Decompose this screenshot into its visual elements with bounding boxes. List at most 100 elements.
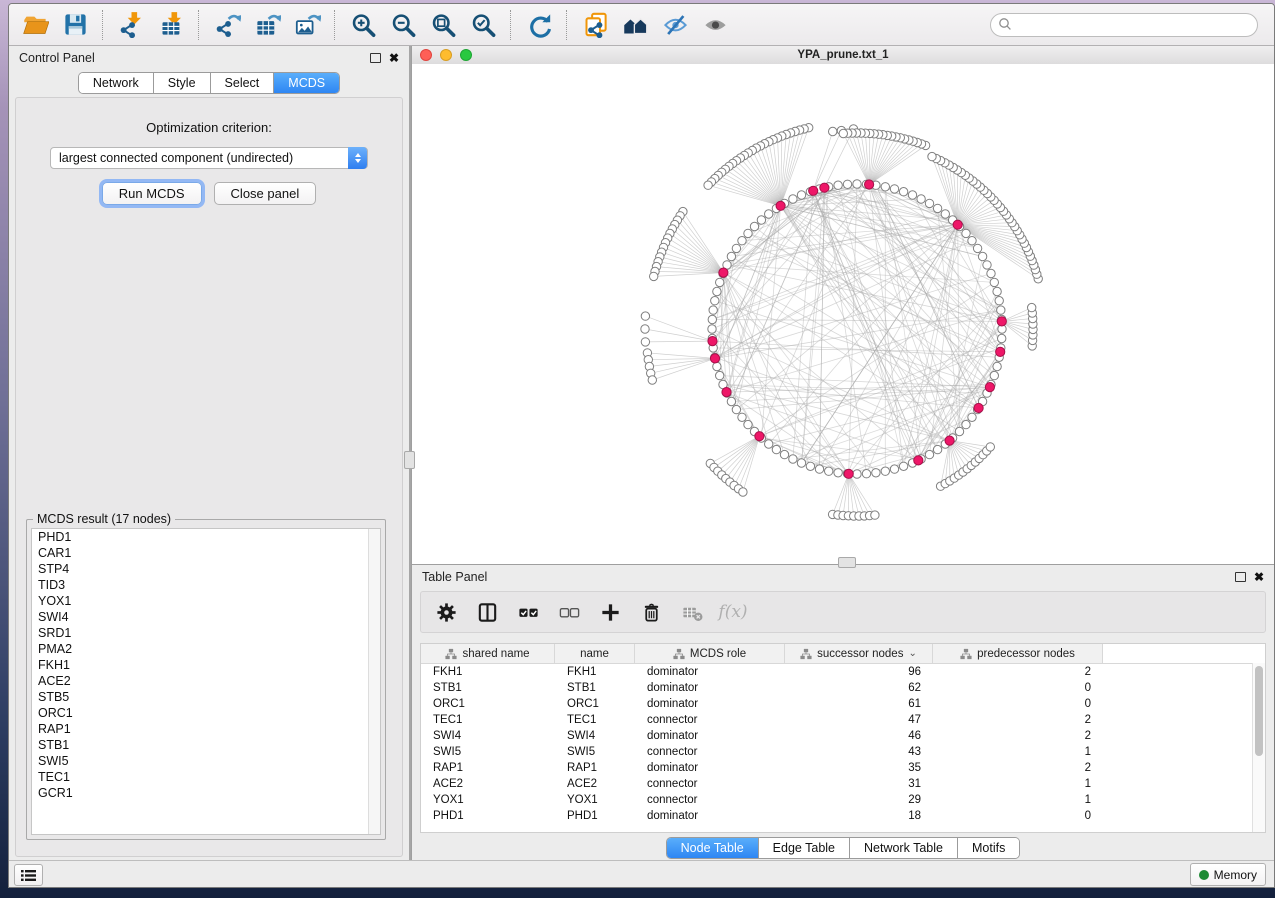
graph-node[interactable] — [839, 129, 847, 137]
table-row[interactable]: PHD1PHD1dominator180 — [421, 808, 1265, 824]
graph-node[interactable] — [978, 252, 986, 260]
graph-mcds-node[interactable] — [722, 388, 731, 397]
mcds-result-node[interactable]: SWI5 — [32, 753, 380, 769]
column-header-shared-name[interactable]: shared name — [421, 644, 555, 663]
graph-mcds-node[interactable] — [974, 403, 983, 412]
graph-node[interactable] — [993, 287, 1001, 295]
graph-node[interactable] — [641, 338, 649, 346]
column-header-predecessor-nodes[interactable]: predecessor nodes — [933, 644, 1103, 663]
first-neighbors-button[interactable] — [615, 7, 655, 43]
graph-node[interactable] — [716, 371, 724, 379]
graph-mcds-node[interactable] — [914, 456, 923, 465]
table-row[interactable]: TEC1TEC1connector472 — [421, 712, 1265, 728]
import-network-button[interactable] — [111, 7, 151, 43]
float-table-panel-icon[interactable] — [1235, 572, 1246, 582]
table-row[interactable]: YOX1YOX1connector291 — [421, 792, 1265, 808]
export-table-button[interactable] — [247, 7, 287, 43]
graph-node[interactable] — [973, 244, 981, 252]
result-list-scrollbar[interactable] — [368, 529, 380, 834]
graph-node[interactable] — [641, 325, 649, 333]
graph-node[interactable] — [716, 278, 724, 286]
graph-node[interactable] — [713, 287, 721, 295]
mcds-result-node[interactable]: TID3 — [32, 577, 380, 593]
refresh-button[interactable] — [519, 7, 559, 43]
graph-node[interactable] — [825, 467, 833, 475]
graph-mcds-node[interactable] — [710, 354, 719, 363]
graph-node[interactable] — [881, 183, 889, 191]
graph-node[interactable] — [789, 455, 797, 463]
export-image-button[interactable] — [287, 7, 327, 43]
graph-node[interactable] — [739, 488, 747, 496]
graph-node[interactable] — [853, 180, 861, 188]
graph-node[interactable] — [997, 306, 1005, 314]
column-header-name[interactable]: name — [555, 644, 635, 663]
graph-node[interactable] — [765, 210, 773, 218]
tab-node-table[interactable]: Node Table — [667, 838, 758, 858]
graph-mcds-node[interactable] — [708, 337, 717, 346]
graph-node[interactable] — [881, 467, 889, 475]
graph-mcds-node[interactable] — [985, 383, 994, 392]
graph-node[interactable] — [709, 306, 717, 314]
graph-node[interactable] — [750, 222, 758, 230]
graph-node[interactable] — [890, 465, 898, 473]
tab-network[interactable]: Network — [79, 73, 153, 93]
graph-node[interactable] — [890, 185, 898, 193]
graph-node[interactable] — [983, 261, 991, 269]
mcds-result-node[interactable]: FKH1 — [32, 657, 380, 673]
table-row[interactable]: ORC1ORC1dominator610 — [421, 696, 1265, 712]
graph-node[interactable] — [908, 191, 916, 199]
graph-node[interactable] — [986, 443, 994, 451]
save-button[interactable] — [55, 7, 95, 43]
graph-node[interactable] — [744, 229, 752, 237]
graph-node[interactable] — [829, 127, 837, 135]
memory-button[interactable]: Memory — [1190, 863, 1266, 886]
mcds-result-node[interactable]: SWI4 — [32, 609, 380, 625]
graph-node[interactable] — [987, 269, 995, 277]
graph-node[interactable] — [713, 362, 721, 370]
open-folder-button[interactable] — [15, 7, 55, 43]
close-panel-icon[interactable]: ✖ — [389, 52, 399, 64]
close-panel-button[interactable]: Close panel — [214, 182, 317, 205]
zoom-out-button[interactable] — [383, 7, 423, 43]
graph-node[interactable] — [834, 181, 842, 189]
tab-motifs[interactable]: Motifs — [957, 838, 1019, 858]
tab-mcds[interactable]: MCDS — [273, 73, 339, 93]
graph-node[interactable] — [732, 405, 740, 413]
optimization-criterion-select[interactable]: largest connected component (undirected) — [50, 147, 368, 169]
graph-node[interactable] — [834, 469, 842, 477]
graph-node[interactable] — [704, 181, 712, 189]
graph-node[interactable] — [641, 312, 649, 320]
graph-node[interactable] — [925, 199, 933, 207]
table-row[interactable]: ACE2ACE2connector311 — [421, 776, 1265, 792]
graph-node[interactable] — [650, 272, 658, 280]
graph-mcds-node[interactable] — [776, 201, 785, 210]
zoom-in-button[interactable] — [343, 7, 383, 43]
function-builder-button[interactable]: f(x) — [720, 599, 746, 625]
graph-node[interactable] — [806, 462, 814, 470]
graph-node[interactable] — [990, 278, 998, 286]
mcds-result-node[interactable]: PMA2 — [32, 641, 380, 657]
graph-node[interactable] — [928, 152, 936, 160]
mcds-result-node[interactable]: TEC1 — [32, 769, 380, 785]
mcds-result-node[interactable]: STB5 — [32, 689, 380, 705]
table-scrollbar-thumb[interactable] — [1255, 666, 1263, 756]
graph-node[interactable] — [853, 470, 861, 478]
task-history-button[interactable] — [14, 864, 43, 886]
horizontal-splitter-grip[interactable] — [838, 557, 856, 568]
table-row[interactable]: SWI5SWI5connector431 — [421, 744, 1265, 760]
graph-mcds-node[interactable] — [997, 317, 1006, 326]
graph-node[interactable] — [925, 450, 933, 458]
graph-node[interactable] — [899, 462, 907, 470]
show-all-button[interactable] — [695, 7, 735, 43]
table-row[interactable]: SWI4SWI4dominator462 — [421, 728, 1265, 744]
graph-node[interactable] — [744, 420, 752, 428]
run-mcds-button[interactable]: Run MCDS — [102, 182, 202, 205]
select-all-columns-button[interactable] — [515, 599, 541, 625]
search-input[interactable] — [990, 13, 1258, 37]
mcds-result-node[interactable]: YOX1 — [32, 593, 380, 609]
column-header-successor-nodes[interactable]: successor nodes⌄ — [785, 644, 933, 663]
mcds-result-node[interactable]: PHD1 — [32, 529, 380, 545]
graph-node[interactable] — [998, 334, 1006, 342]
zoom-fit-button[interactable] — [423, 7, 463, 43]
graph-node[interactable] — [1028, 303, 1036, 311]
